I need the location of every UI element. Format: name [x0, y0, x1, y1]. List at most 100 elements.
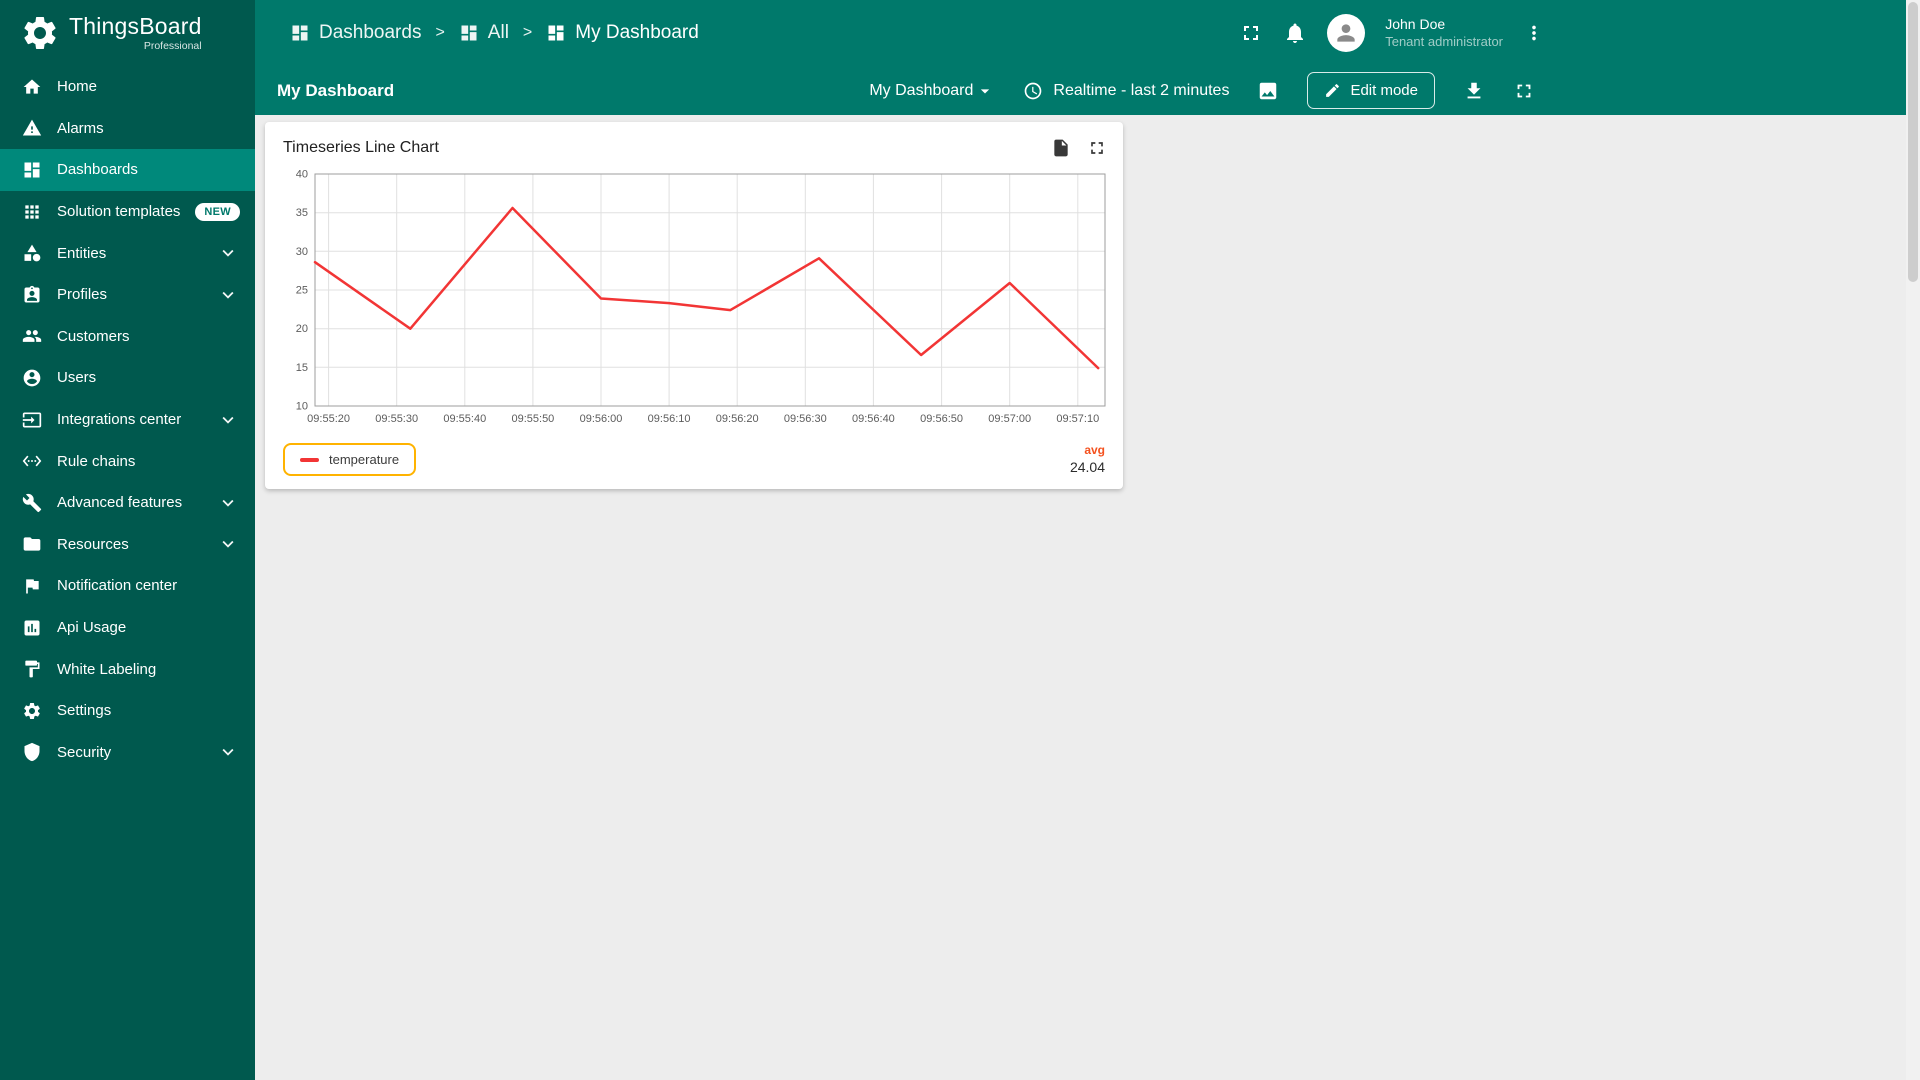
breadcrumb-item-all[interactable]: All: [459, 22, 509, 44]
sidebar-item-security[interactable]: Security: [0, 732, 255, 774]
export-dashboard-button[interactable]: [1463, 80, 1485, 102]
chevron-down-icon: [217, 492, 239, 514]
user-role: Tenant administrator: [1385, 33, 1503, 49]
toolbar-actions: My Dashboard Realtime - last 2 minutes E…: [869, 72, 1920, 109]
user-name: John Doe: [1385, 16, 1446, 33]
sidebar-item-profiles[interactable]: Profiles: [0, 274, 255, 316]
clock-icon: [1023, 81, 1043, 101]
sidebar-item-solution-templates[interactable]: Solution templates NEW: [0, 191, 255, 233]
breadcrumb-item-my-dashboard[interactable]: My Dashboard: [546, 22, 699, 44]
sidebar-item-entities[interactable]: Entities: [0, 232, 255, 274]
sidebar-item-customers[interactable]: Customers: [0, 316, 255, 358]
svg-text:09:55:40: 09:55:40: [443, 413, 486, 425]
edit-icon: [1324, 82, 1341, 99]
svg-text:10: 10: [296, 401, 308, 413]
legend-series-label: temperature: [329, 452, 400, 468]
build-icon: [22, 493, 42, 513]
svg-text:25: 25: [296, 285, 308, 297]
chevron-down-icon: [217, 741, 239, 763]
header-actions: John Doe Tenant administrator: [1239, 14, 1920, 52]
app-root: ThingsBoard Professional Home Alarms Das…: [0, 0, 1920, 1080]
thingsboard-gear-icon: [20, 13, 60, 53]
avatar[interactable]: [1327, 14, 1366, 52]
people-icon: [22, 326, 42, 346]
sidebar-item-resources[interactable]: Resources: [0, 524, 255, 566]
svg-text:09:56:50: 09:56:50: [920, 413, 963, 425]
flag-icon: [22, 576, 42, 596]
page-title: My Dashboard: [277, 80, 395, 100]
dashboard-icon: [290, 23, 310, 43]
svg-text:35: 35: [296, 207, 308, 219]
sidebar-item-home[interactable]: Home: [0, 66, 255, 108]
sidebar-item-advanced-features[interactable]: Advanced features: [0, 482, 255, 524]
scrollbar[interactable]: [1906, 0, 1920, 1080]
dashboard-icon: [22, 160, 42, 180]
apps-icon: [22, 202, 42, 222]
ethernet-icon: [22, 451, 42, 471]
dashboard-select[interactable]: My Dashboard: [869, 81, 995, 101]
svg-text:09:57:10: 09:57:10: [1056, 413, 1099, 425]
sidebar-item-users[interactable]: Users: [0, 357, 255, 399]
fullscreen-button[interactable]: [1239, 21, 1263, 45]
legend-aggregation: avg 24.04: [1070, 442, 1105, 477]
dashboard-icon: [546, 23, 566, 43]
timewindow-button[interactable]: Realtime - last 2 minutes: [1023, 81, 1229, 101]
sidebar-item-settings[interactable]: Settings: [0, 690, 255, 732]
agg-value: 24.04: [1069, 459, 1105, 476]
shield-icon: [22, 742, 42, 762]
dashboard-fullscreen-button[interactable]: [1513, 80, 1535, 102]
widget-title: Timeseries Line Chart: [283, 139, 439, 156]
warning-icon: [22, 118, 42, 138]
breadcrumb-separator: >: [435, 24, 445, 41]
notifications-button[interactable]: [1283, 21, 1307, 45]
sidebar-item-rule-chains[interactable]: Rule chains: [0, 440, 255, 482]
more-vert-icon: [1523, 22, 1545, 44]
scrollbar-thumb[interactable]: [1908, 2, 1918, 282]
svg-text:09:55:30: 09:55:30: [375, 413, 418, 425]
legend-item-temperature[interactable]: temperature: [283, 443, 417, 477]
dashboard-icon: [459, 23, 479, 43]
fullscreen-icon: [1513, 80, 1535, 102]
svg-text:30: 30: [296, 246, 308, 258]
timeseries-widget: Timeseries Line Chart 10 15 20 25 30 35 40 09:5…: [265, 122, 1123, 490]
paint-icon: [22, 659, 42, 679]
sidebar-item-notification-center[interactable]: Notification center: [0, 565, 255, 607]
svg-text:09:56:10: 09:56:10: [648, 413, 691, 425]
chevron-down-icon: [217, 409, 239, 431]
widget-export-button[interactable]: [1051, 138, 1071, 158]
new-badge: NEW: [195, 202, 240, 221]
dashboard-image-button[interactable]: [1257, 80, 1279, 102]
sidebar-item-dashboards[interactable]: Dashboards: [0, 149, 255, 191]
image-icon: [1257, 80, 1279, 102]
svg-text:09:56:00: 09:56:00: [580, 413, 623, 425]
sidebar-item-api-usage[interactable]: Api Usage: [0, 607, 255, 649]
main-column: Dashboards > All > My Dashboard John Doe…: [255, 0, 1920, 1080]
sidebar-item-white-labeling[interactable]: White Labeling: [0, 648, 255, 690]
sidebar-item-alarms[interactable]: Alarms: [0, 108, 255, 150]
input-icon: [22, 410, 42, 430]
sidebar-item-integrations-center[interactable]: Integrations center: [0, 399, 255, 441]
widget-legend: temperature avg 24.04: [279, 442, 1109, 477]
breadcrumb-item-dashboards[interactable]: Dashboards: [290, 22, 421, 44]
fullscreen-icon: [1087, 138, 1107, 158]
account-icon: [22, 368, 42, 388]
svg-text:09:55:20: 09:55:20: [307, 413, 350, 425]
edit-mode-button[interactable]: Edit mode: [1307, 72, 1435, 109]
widget-fullscreen-button[interactable]: [1087, 138, 1107, 158]
timewindow-label: Realtime - last 2 minutes: [1053, 81, 1230, 99]
fullscreen-icon: [1239, 21, 1263, 45]
home-icon: [22, 77, 42, 97]
timeseries-line-chart[interactable]: 10 15 20 25 30 35 40 09:55:20 09:55:30 09:55:40 09…: [279, 168, 1109, 432]
logo-subtitle: Professional: [143, 39, 202, 52]
download-icon: [1463, 80, 1485, 102]
edit-mode-label: Edit mode: [1350, 82, 1418, 99]
legend-marker: [300, 457, 319, 462]
svg-text:09:56:30: 09:56:30: [784, 413, 827, 425]
dashboard-toolbar: My Dashboard My Dashboard Realtime - las…: [255, 66, 1920, 115]
top-header: Dashboards > All > My Dashboard John Doe…: [255, 0, 1920, 66]
chevron-down-icon: [217, 533, 239, 555]
svg-text:09:56:40: 09:56:40: [852, 413, 895, 425]
person-icon: [1333, 20, 1359, 46]
user-menu-button[interactable]: [1523, 22, 1545, 44]
app-logo[interactable]: ThingsBoard Professional: [0, 0, 255, 66]
